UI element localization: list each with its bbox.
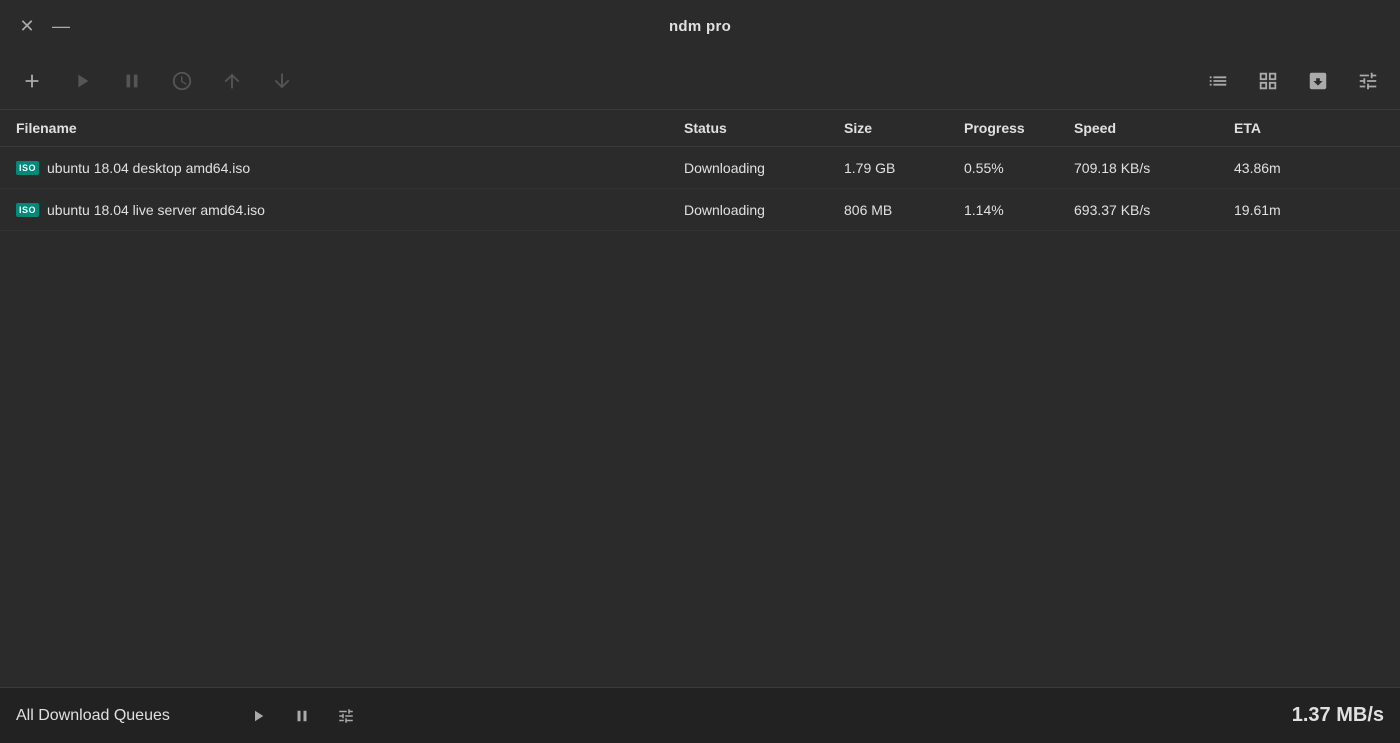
import-export-button[interactable] (1302, 65, 1334, 97)
header-extra (1344, 120, 1384, 136)
status-settings-icon (337, 707, 355, 725)
iso-badge: ISO (16, 203, 39, 217)
header-status: Status (684, 120, 844, 136)
move-down-button[interactable] (266, 65, 298, 97)
table-row[interactable]: ISO ubuntu 18.04 live server amd64.iso D… (0, 189, 1400, 231)
status-play-icon (249, 707, 267, 725)
iso-badge: ISO (16, 161, 39, 175)
cell-filename: ISO ubuntu 18.04 desktop amd64.iso (16, 160, 684, 176)
add-button[interactable] (16, 65, 48, 97)
import-export-icon (1307, 70, 1329, 92)
cell-size: 806 MB (844, 202, 964, 218)
cell-progress: 1.14% (964, 202, 1074, 218)
grid-view-icon (1257, 70, 1279, 92)
minimize-button[interactable]: — (50, 15, 72, 37)
cell-filename: ISO ubuntu 18.04 live server amd64.iso (16, 202, 684, 218)
cell-status: Downloading (684, 202, 844, 218)
close-button[interactable]: ✕ (16, 15, 38, 37)
cell-eta: 43.86m (1234, 160, 1344, 176)
status-play-button[interactable] (244, 702, 272, 730)
list-view-button[interactable] (1202, 65, 1234, 97)
settings-icon (1357, 70, 1379, 92)
move-up-button[interactable] (216, 65, 248, 97)
cell-speed: 709.18 KB/s (1074, 160, 1234, 176)
list-view-icon (1207, 70, 1229, 92)
filename-text: ubuntu 18.04 live server amd64.iso (47, 202, 265, 218)
pause-button[interactable] (116, 65, 148, 97)
schedule-icon (171, 70, 193, 92)
title-bar: ✕ — ndm pro (0, 0, 1400, 52)
download-table: Filename Status Size Progress Speed ETA … (0, 110, 1400, 687)
header-progress: Progress (964, 120, 1074, 136)
cell-status: Downloading (684, 160, 844, 176)
window-controls: ✕ — (16, 15, 72, 37)
move-up-icon (221, 70, 243, 92)
table-row[interactable]: ISO ubuntu 18.04 desktop amd64.iso Downl… (0, 147, 1400, 189)
play-button[interactable] (66, 65, 98, 97)
queue-label: All Download Queues (16, 707, 236, 725)
play-icon (71, 70, 93, 92)
settings-button[interactable] (1352, 65, 1384, 97)
toolbar-right (1202, 65, 1384, 97)
header-speed: Speed (1074, 120, 1234, 136)
header-filename: Filename (16, 120, 684, 136)
status-controls (244, 702, 360, 730)
status-pause-button[interactable] (288, 702, 316, 730)
schedule-button[interactable] (166, 65, 198, 97)
cell-speed: 693.37 KB/s (1074, 202, 1234, 218)
table-body: ISO ubuntu 18.04 desktop amd64.iso Downl… (0, 147, 1400, 687)
window-title: ndm pro (669, 18, 731, 35)
total-speed: 1.37 MB/s (1292, 704, 1384, 727)
status-settings-button[interactable] (332, 702, 360, 730)
toolbar-left (16, 65, 1202, 97)
filename-text: ubuntu 18.04 desktop amd64.iso (47, 160, 250, 176)
pause-icon (121, 70, 143, 92)
header-size: Size (844, 120, 964, 136)
status-pause-icon (293, 707, 311, 725)
cell-progress: 0.55% (964, 160, 1074, 176)
header-eta: ETA (1234, 120, 1344, 136)
cell-eta: 19.61m (1234, 202, 1344, 218)
grid-view-button[interactable] (1252, 65, 1284, 97)
table-header: Filename Status Size Progress Speed ETA (0, 110, 1400, 147)
move-down-icon (271, 70, 293, 92)
cell-size: 1.79 GB (844, 160, 964, 176)
add-icon (21, 70, 43, 92)
status-bar: All Download Queues 1.37 MB/s (0, 687, 1400, 743)
toolbar (0, 52, 1400, 110)
